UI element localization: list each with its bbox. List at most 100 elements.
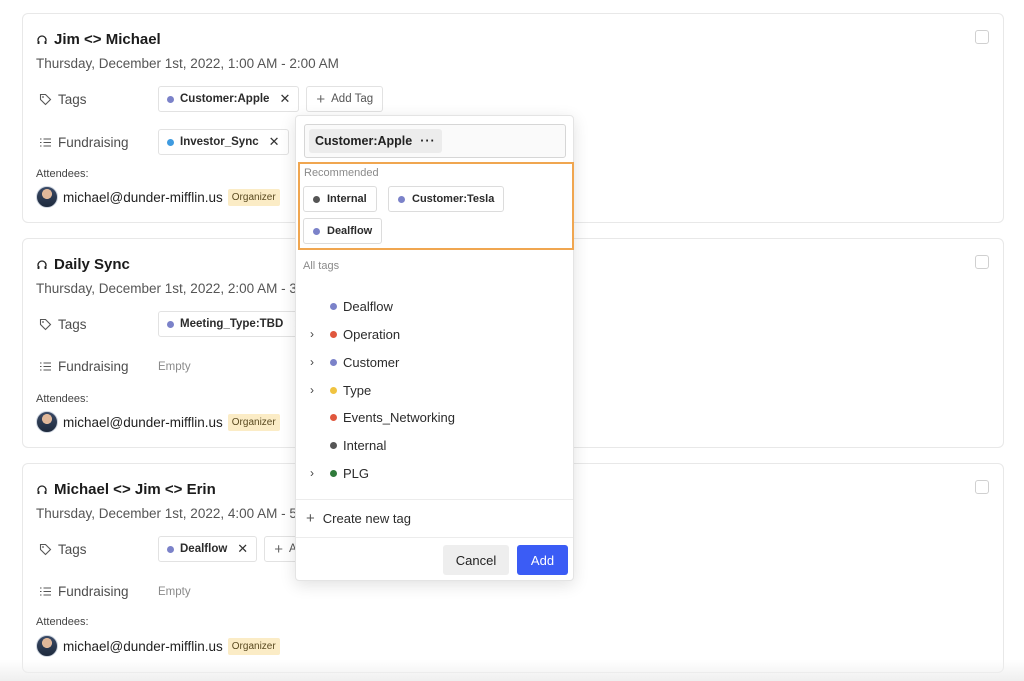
tag-tree-item-internal[interactable]: Internal <box>310 435 386 455</box>
fundraising-empty[interactable]: Empty <box>158 361 191 373</box>
headset-icon <box>37 34 47 44</box>
select-checkbox[interactable] <box>975 255 989 269</box>
remove-tag-icon[interactable]: ✕ <box>237 541 248 557</box>
attendees-label: Attendees: <box>36 616 89 628</box>
attendees-label: Attendees: <box>36 393 89 405</box>
headset-icon <box>37 259 47 269</box>
tag-icon <box>39 318 52 330</box>
recommended-tag-customer-tesla[interactable]: Customer:Tesla <box>388 186 505 212</box>
attendee-email[interactable]: michael@dunder-mifflin.us <box>63 415 223 430</box>
avatar <box>36 411 58 433</box>
remove-tag-icon[interactable]: ✕ <box>279 91 290 107</box>
list-icon <box>40 137 51 147</box>
tag-color-dot <box>330 358 337 366</box>
recommended-tag-internal[interactable]: Internal <box>303 186 377 212</box>
tag-picker-popover: Customer:Apple ··· Recommended Internal … <box>295 115 574 581</box>
tag-color-dot <box>167 320 174 328</box>
plus-icon: + <box>306 510 315 527</box>
plus-icon: + <box>316 90 326 108</box>
chevron-right-icon[interactable]: › <box>310 355 330 369</box>
create-new-tag-button[interactable]: + Create new tag <box>306 510 411 527</box>
select-checkbox[interactable] <box>975 30 989 44</box>
attendee-email[interactable]: michael@dunder-mifflin.us <box>63 190 223 205</box>
tag-color-dot <box>330 413 337 421</box>
avatar <box>36 186 58 208</box>
tag-chip[interactable]: Dealflow ✕ <box>158 536 258 562</box>
meeting-title-text: Daily Sync <box>54 256 130 273</box>
tag-chip[interactable]: Meeting_Type:TBD ✕ <box>158 311 314 337</box>
meeting-date: Thursday, December 1st, 2022, 1:00 AM - … <box>36 56 339 71</box>
tag-color-dot <box>330 441 337 449</box>
fundraising-row: Fundraising Empty <box>39 584 191 599</box>
tag-tree-item-dealflow[interactable]: Dealflow <box>310 296 393 316</box>
all-tags-label: All tags <box>303 260 340 272</box>
tag-color-dot <box>330 302 337 310</box>
divider <box>296 537 573 538</box>
tag-color-dot <box>330 386 337 394</box>
divider <box>296 499 573 500</box>
meeting-title[interactable]: Daily Sync <box>36 256 130 273</box>
list-icon <box>40 587 51 596</box>
add-tag-button[interactable]: + Add Tag <box>306 86 384 112</box>
tag-tree-item-events-networking[interactable]: Events_Networking <box>310 407 455 427</box>
attendees-label: Attendees: <box>36 168 89 180</box>
tag-color-dot <box>167 545 174 553</box>
attendee: michael@dunder-mifflin.us Organizer <box>36 186 280 208</box>
tag-tree-item-plg[interactable]: › PLG <box>310 463 369 483</box>
list-icon <box>40 362 51 371</box>
fundraising-label: Fundraising <box>39 135 158 150</box>
selected-tag-chip[interactable]: Customer:Apple ··· <box>309 129 442 153</box>
bottom-fade <box>0 660 1024 681</box>
meeting-title[interactable]: Jim <> Michael <box>36 31 161 48</box>
chevron-right-icon[interactable]: › <box>310 466 330 480</box>
chevron-right-icon[interactable]: › <box>310 327 330 341</box>
chevron-right-icon[interactable]: › <box>310 383 330 397</box>
tag-color-dot <box>313 195 320 203</box>
avatar <box>36 635 58 657</box>
fundraising-row: Fundraising Empty <box>39 359 191 374</box>
tags-row: Tags Meeting_Type:TBD ✕ <box>39 311 320 337</box>
meeting-title-text: Jim <> Michael <box>54 31 161 48</box>
meeting-title[interactable]: Michael <> Jim <> Erin <box>36 481 216 498</box>
headset-icon <box>37 484 47 494</box>
tag-tree-item-type[interactable]: › Type <box>310 380 371 400</box>
tag-color-dot <box>167 95 174 103</box>
tag-color-dot <box>398 195 405 203</box>
tag-color-dot <box>167 138 174 146</box>
fundraising-chip[interactable]: Investor_Sync ✕ <box>158 129 289 155</box>
organizer-badge: Organizer <box>227 413 280 431</box>
tag-color-dot <box>313 227 320 235</box>
fundraising-row: Fundraising Investor_Sync ✕ <box>39 129 296 155</box>
attendee: michael@dunder-mifflin.us Organizer <box>36 411 280 433</box>
tags-label: Tags <box>39 542 158 557</box>
organizer-badge: Organizer <box>227 637 280 655</box>
tags-row: Tags Customer:Apple ✕ + Add Tag <box>39 86 384 112</box>
cancel-button[interactable]: Cancel <box>443 545 509 575</box>
tag-search-input[interactable]: Customer:Apple ··· <box>304 124 566 158</box>
meeting-title-text: Michael <> Jim <> Erin <box>54 481 216 498</box>
tag-icon <box>39 93 52 105</box>
attendee-email[interactable]: michael@dunder-mifflin.us <box>63 639 223 654</box>
organizer-badge: Organizer <box>227 188 280 206</box>
recommended-tag-dealflow[interactable]: Dealflow <box>303 218 383 244</box>
tag-icon <box>39 543 52 555</box>
tag-color-dot <box>330 469 337 477</box>
recommended-label: Recommended <box>304 167 379 179</box>
fundraising-empty[interactable]: Empty <box>158 586 191 598</box>
plus-icon: + <box>274 540 283 558</box>
add-button[interactable]: Add <box>517 545 568 575</box>
select-checkbox[interactable] <box>975 480 989 494</box>
tags-label: Tags <box>39 317 158 332</box>
remove-tag-icon[interactable]: ✕ <box>269 134 280 150</box>
attendee: michael@dunder-mifflin.us Organizer <box>36 635 280 657</box>
tags-label: Tags <box>39 92 158 107</box>
tag-chip[interactable]: Customer:Apple ✕ <box>158 86 300 112</box>
fundraising-label: Fundraising <box>39 584 158 599</box>
meeting-date: Thursday, December 1st, 2022, 4:00 AM - … <box>36 506 297 521</box>
tag-tree-item-operation[interactable]: › Operation <box>310 324 400 344</box>
tag-tree-item-customer[interactable]: › Customer <box>310 352 399 372</box>
fundraising-label: Fundraising <box>39 359 158 374</box>
more-options-icon[interactable]: ··· <box>420 134 436 148</box>
meeting-date: Thursday, December 1st, 2022, 2:00 AM - … <box>36 281 297 296</box>
tag-color-dot <box>330 330 337 338</box>
